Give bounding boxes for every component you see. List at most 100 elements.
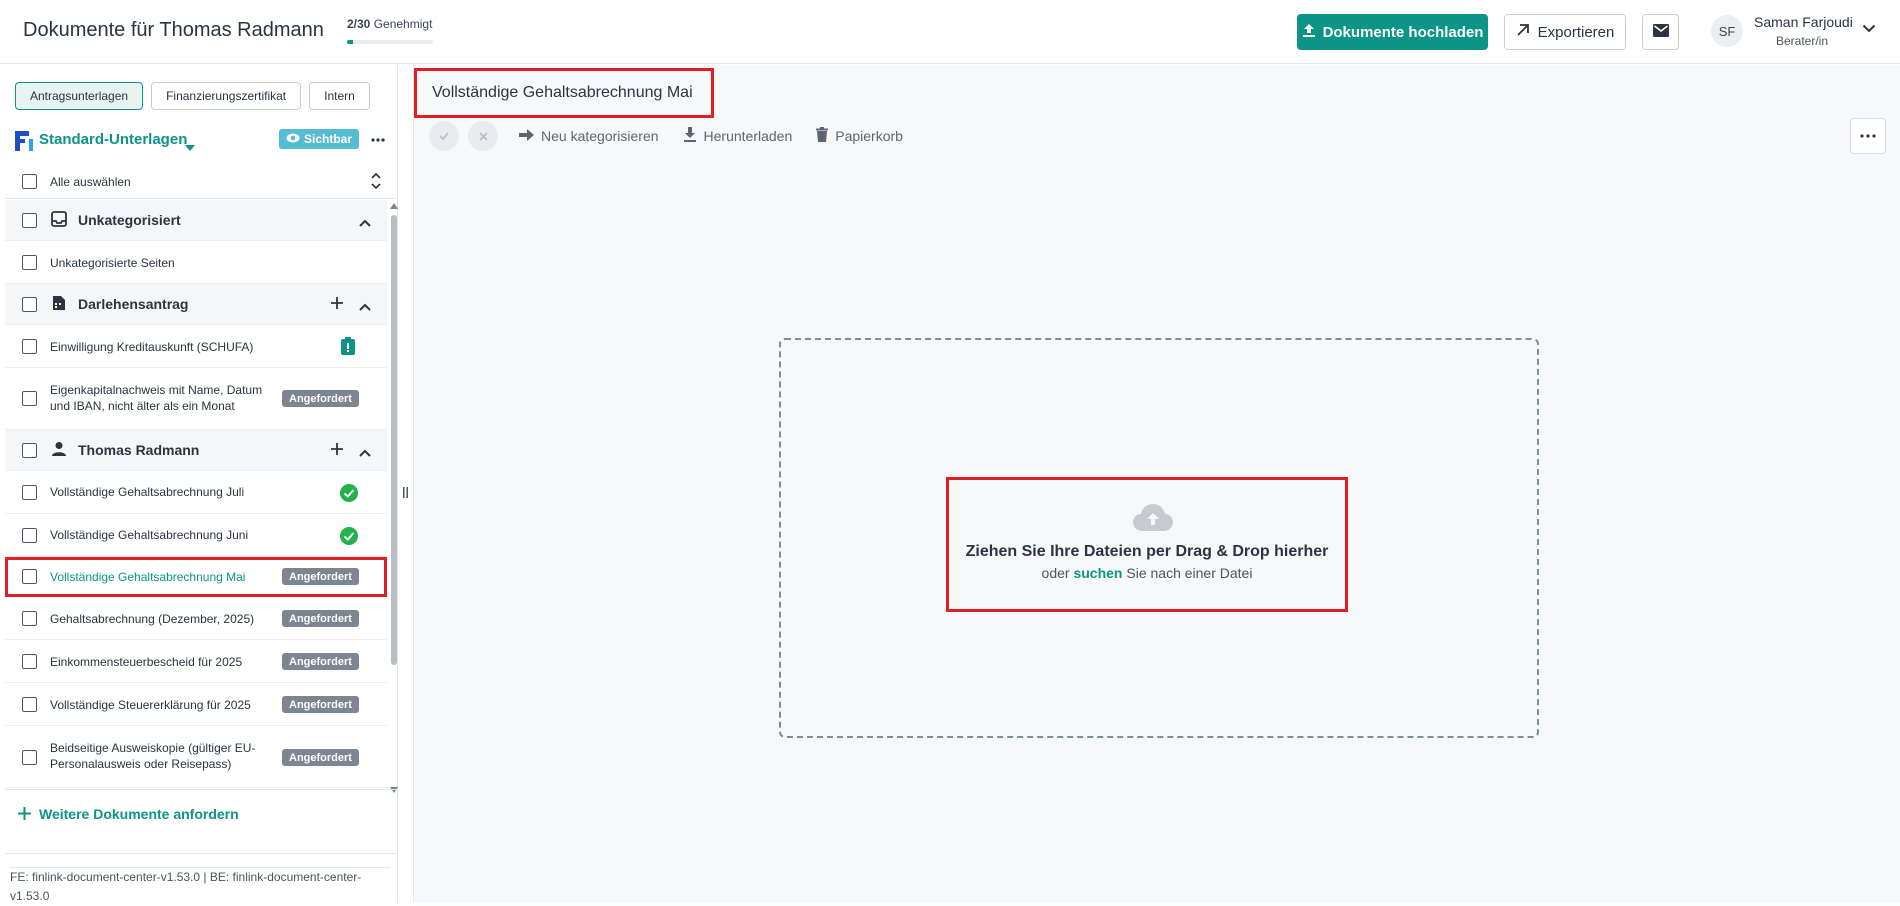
document-list: Unkategorisiert Unkategorisierte Seiten … (5, 200, 387, 790)
reject-button[interactable] (468, 121, 498, 151)
check-circle-icon (340, 484, 358, 507)
group-checkbox[interactable] (22, 443, 37, 458)
recategorize-button[interactable]: Neu kategorisieren (519, 128, 659, 144)
list-item[interactable]: Gehaltsabrechnung (Dezember, 2025) Angef… (5, 597, 387, 640)
list-item-selected[interactable]: Vollständige Gehaltsabrechnung Mai Angef… (5, 557, 387, 597)
mail-icon (1652, 23, 1669, 41)
plus-icon[interactable] (330, 296, 344, 315)
check-icon (439, 132, 449, 140)
plus-icon[interactable] (330, 442, 344, 461)
item-checkbox[interactable] (22, 569, 37, 584)
person-icon (51, 441, 67, 462)
chevron-up-icon[interactable] (359, 444, 371, 462)
standard-documents-select[interactable]: Standard-Unterlagen (39, 131, 187, 148)
group-thomas-radmann[interactable]: Thomas Radmann (5, 430, 387, 471)
item-checkbox[interactable] (22, 339, 37, 354)
tab-intern[interactable]: Intern (309, 82, 370, 110)
item-checkbox[interactable] (22, 611, 37, 626)
group-checkbox[interactable] (22, 297, 37, 312)
dropzone-prefix: oder (1041, 565, 1070, 581)
more-options-button[interactable] (1850, 118, 1886, 154)
item-label: Unkategorisierte Seiten (50, 256, 175, 270)
document-title: Vollständige Gehaltsabrechnung Mai (414, 68, 714, 118)
user-avatar[interactable]: SF (1711, 15, 1743, 47)
list-item[interactable]: Eigenkapitalnachweis mit Name, Datum und… (5, 368, 387, 430)
dropzone-suffix: Sie nach einer Datei (1126, 565, 1253, 581)
item-label: Beidseitige Ausweiskopie (gültiger EU-Pe… (50, 741, 256, 771)
item-checkbox[interactable] (22, 654, 37, 669)
list-item[interactable]: Einkommensteuerbescheid für 2025 Angefor… (5, 640, 387, 683)
scroll-thumb[interactable] (391, 215, 397, 665)
visible-badge[interactable]: Sichtbar (279, 129, 360, 149)
item-checkbox[interactable] (22, 528, 37, 543)
group-darlehensantrag[interactable]: Darlehensantrag (5, 284, 387, 325)
file-dropzone[interactable]: Ziehen Sie Ihre Dateien per Drag & Drop … (779, 338, 1539, 738)
tab-antragsunterlagen[interactable]: Antragsunterlagen (15, 82, 144, 110)
approval-progress-label: 2/30 Genehmigt (347, 17, 432, 31)
select-all-row: Alle auswählen (5, 166, 395, 199)
group-checkbox[interactable] (22, 213, 37, 228)
building-document-icon (51, 295, 67, 316)
list-item[interactable]: Vollständige Gehaltsabrechnung Juni (5, 514, 387, 557)
recategorize-label: Neu kategorisieren (541, 128, 659, 144)
group-label: Thomas Radmann (78, 442, 200, 458)
trash-button[interactable]: Papierkorb (816, 127, 903, 145)
tab-finanzierungszertifikat[interactable]: Finanzierungszertifikat (151, 82, 302, 110)
item-label: Vollständige Gehaltsabrechnung Juni (50, 528, 249, 542)
item-checkbox[interactable] (22, 485, 37, 500)
request-more-label: Weitere Dokumente anfordern (39, 806, 239, 822)
approve-button[interactable] (429, 121, 459, 151)
download-button[interactable]: Herunterladen (683, 127, 792, 145)
eye-icon (286, 132, 300, 146)
list-item[interactable]: Beidseitige Ausweiskopie (gültiger EU-Pe… (5, 726, 387, 788)
group-label: Unkategorisiert (78, 212, 181, 228)
list-item[interactable]: Vollständige Steuererklärung für 2025 An… (5, 683, 387, 726)
sort-icon[interactable] (371, 172, 381, 195)
item-checkbox[interactable] (22, 697, 37, 712)
panel-resize-handle[interactable] (403, 485, 408, 503)
select-all-checkbox[interactable] (22, 174, 37, 189)
list-item[interactable]: Vollständige Gehaltsabrechnung Juli (5, 471, 387, 514)
download-icon (683, 127, 697, 145)
item-checkbox[interactable] (22, 750, 37, 765)
item-checkbox[interactable] (22, 391, 37, 406)
user-name[interactable]: Saman Farjoudi (1754, 14, 1853, 30)
sidebar-scrollbar[interactable] (389, 203, 398, 793)
mail-button[interactable] (1642, 14, 1679, 50)
upload-documents-label: Dokumente hochladen (1322, 23, 1484, 41)
group-unkategorisiert[interactable]: Unkategorisiert (5, 200, 387, 241)
arrow-right-icon (519, 128, 534, 144)
item-label: Einkommensteuerbescheid für 2025 (50, 655, 243, 669)
list-item[interactable]: Unkategorisierte Seiten (5, 241, 387, 284)
chevron-down-icon[interactable] (1862, 20, 1876, 38)
visible-badge-label: Sichtbar (304, 132, 353, 146)
more-horizontal-icon[interactable] (370, 130, 386, 155)
item-label: Vollständige Steuererklärung für 2025 (50, 698, 251, 712)
upload-icon (1302, 23, 1316, 42)
item-label: Einwilligung Kreditauskunft (SCHUFA) (50, 340, 254, 354)
document-tabs: Antragsunterlagen Finanzierungszertifika… (15, 82, 370, 110)
dropzone-message: Ziehen Sie Ihre Dateien per Drag & Drop … (946, 477, 1348, 612)
trash-icon (816, 127, 829, 145)
status-badge: Angefordert (282, 696, 359, 713)
trash-label: Papierkorb (835, 128, 903, 144)
item-label: Vollständige Gehaltsabrechnung Juli (50, 485, 245, 499)
chevron-up-icon[interactable] (359, 298, 371, 316)
check-circle-icon (340, 527, 358, 550)
upload-documents-button[interactable]: Dokumente hochladen (1297, 14, 1488, 50)
export-button[interactable]: Exportieren (1504, 14, 1626, 50)
close-icon (478, 131, 488, 141)
divider (5, 853, 398, 854)
chevron-up-icon[interactable] (359, 214, 371, 232)
inbox-icon (51, 211, 67, 232)
finlink-logo-icon (15, 131, 35, 156)
approval-progress-fill (347, 40, 353, 44)
caret-down-icon[interactable] (185, 138, 195, 156)
browse-files-link[interactable]: suchen (1073, 565, 1122, 581)
list-item[interactable]: Einwilligung Kreditauskunft (SCHUFA) (5, 325, 387, 368)
request-more-documents[interactable]: Weitere Dokumente anfordern (5, 789, 398, 839)
item-checkbox[interactable] (22, 255, 37, 270)
cloud-upload-icon (1133, 504, 1173, 537)
scroll-up-icon[interactable] (390, 203, 398, 209)
clipboard-alert-icon (341, 337, 355, 360)
